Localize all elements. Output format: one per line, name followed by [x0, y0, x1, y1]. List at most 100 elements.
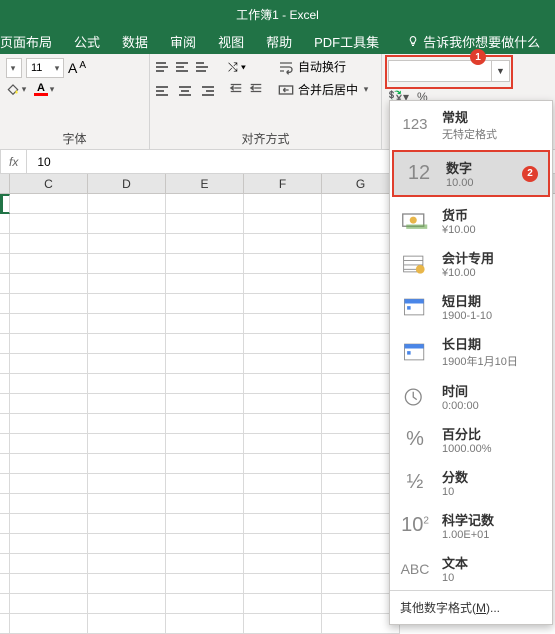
tell-me[interactable]: 告诉我你想要做什么 — [407, 32, 540, 51]
cell[interactable] — [166, 594, 244, 614]
cell[interactable] — [244, 194, 322, 214]
cell[interactable] — [166, 334, 244, 354]
cell[interactable] — [166, 194, 244, 214]
cell[interactable] — [88, 594, 166, 614]
cell[interactable] — [244, 294, 322, 314]
cell[interactable] — [88, 354, 166, 374]
tab-layout[interactable]: 页面布局 — [0, 32, 52, 51]
cell[interactable] — [88, 554, 166, 574]
number-format-combo[interactable]: ▼ 1 — [388, 60, 510, 82]
cell[interactable] — [10, 334, 88, 354]
cell[interactable] — [166, 274, 244, 294]
cell[interactable] — [88, 434, 166, 454]
cell[interactable] — [88, 574, 166, 594]
cell[interactable] — [10, 534, 88, 554]
tab-formula[interactable]: 公式 — [74, 32, 100, 51]
cell[interactable] — [166, 454, 244, 474]
formula-value[interactable]: 10 — [27, 155, 50, 169]
cell[interactable] — [244, 454, 322, 474]
cell[interactable] — [10, 434, 88, 454]
cell[interactable] — [244, 354, 322, 374]
col-e[interactable]: E — [166, 174, 244, 193]
more-formats-link[interactable]: 其他数字格式(M)... — [390, 590, 552, 624]
format-option-pct[interactable]: %百分比1000.00% — [390, 418, 552, 461]
format-option-acct[interactable]: 会计专用¥10.00 — [390, 242, 552, 285]
cell[interactable] — [166, 414, 244, 434]
horizontal-align-buttons[interactable] — [156, 82, 214, 100]
cell[interactable] — [10, 314, 88, 334]
cell[interactable] — [10, 454, 88, 474]
shrink-font-button[interactable]: A — [79, 60, 86, 76]
font-size-combo[interactable]: 11▾ — [26, 58, 64, 78]
cell[interactable] — [166, 234, 244, 254]
cell[interactable] — [88, 534, 166, 554]
cell[interactable] — [10, 614, 88, 634]
cell[interactable] — [166, 214, 244, 234]
cell[interactable] — [10, 514, 88, 534]
cell[interactable] — [10, 494, 88, 514]
cell[interactable] — [166, 474, 244, 494]
cell[interactable] — [88, 214, 166, 234]
cell[interactable] — [88, 374, 166, 394]
cell[interactable] — [244, 214, 322, 234]
tab-pdf[interactable]: PDF工具集 — [314, 32, 379, 51]
cell[interactable] — [88, 454, 166, 474]
cell[interactable] — [166, 514, 244, 534]
format-option-ldate[interactable]: 长日期1900年1月10日 — [390, 328, 552, 375]
cell[interactable] — [244, 274, 322, 294]
cell[interactable] — [166, 494, 244, 514]
format-option-123[interactable]: 123常规无特定格式 — [390, 101, 552, 148]
format-option-text[interactable]: ABC文本10 — [390, 547, 552, 590]
orientation-button[interactable]: ⤭ ▾ — [228, 60, 264, 75]
cell[interactable] — [88, 254, 166, 274]
col-f[interactable]: F — [244, 174, 322, 193]
cell[interactable] — [166, 534, 244, 554]
cell[interactable] — [10, 474, 88, 494]
col-d[interactable]: D — [88, 174, 166, 193]
cell[interactable] — [166, 614, 244, 634]
cell[interactable] — [88, 514, 166, 534]
cell[interactable] — [10, 554, 88, 574]
cell[interactable] — [10, 354, 88, 374]
tab-data[interactable]: 数据 — [122, 32, 148, 51]
cell[interactable] — [10, 214, 88, 234]
cell[interactable] — [10, 294, 88, 314]
cell[interactable] — [10, 194, 88, 214]
cell[interactable] — [88, 474, 166, 494]
cell[interactable] — [244, 594, 322, 614]
cell[interactable] — [244, 554, 322, 574]
cell[interactable] — [88, 334, 166, 354]
cell[interactable] — [10, 594, 88, 614]
cell[interactable] — [244, 374, 322, 394]
cell[interactable] — [166, 554, 244, 574]
increase-indent-button[interactable] — [248, 81, 264, 100]
cell[interactable] — [10, 274, 88, 294]
format-option-sdate[interactable]: 短日期1900-1-10 — [390, 285, 552, 328]
tab-help[interactable]: 帮助 — [266, 32, 292, 51]
cell[interactable] — [244, 614, 322, 634]
fill-color-button[interactable]: ▾ — [6, 82, 28, 96]
tab-view[interactable]: 视图 — [218, 32, 244, 51]
cell[interactable] — [88, 274, 166, 294]
cell[interactable] — [10, 414, 88, 434]
decrease-indent-button[interactable] — [228, 81, 244, 100]
cell[interactable] — [244, 414, 322, 434]
cell[interactable] — [166, 314, 244, 334]
cell[interactable] — [244, 534, 322, 554]
cell[interactable] — [166, 254, 244, 274]
cell[interactable] — [10, 394, 88, 414]
format-option-12[interactable]: 12数字10.002 — [392, 150, 550, 197]
cell[interactable] — [10, 234, 88, 254]
cell[interactable] — [244, 314, 322, 334]
cell[interactable] — [244, 514, 322, 534]
cell[interactable] — [244, 474, 322, 494]
cell[interactable] — [244, 434, 322, 454]
cell[interactable] — [88, 614, 166, 634]
number-format-dropdown-button[interactable]: ▼ 1 — [491, 61, 509, 81]
cell[interactable] — [10, 374, 88, 394]
cell[interactable] — [166, 354, 244, 374]
cell[interactable] — [10, 574, 88, 594]
cell[interactable] — [88, 234, 166, 254]
cell[interactable] — [88, 294, 166, 314]
cell[interactable] — [244, 334, 322, 354]
